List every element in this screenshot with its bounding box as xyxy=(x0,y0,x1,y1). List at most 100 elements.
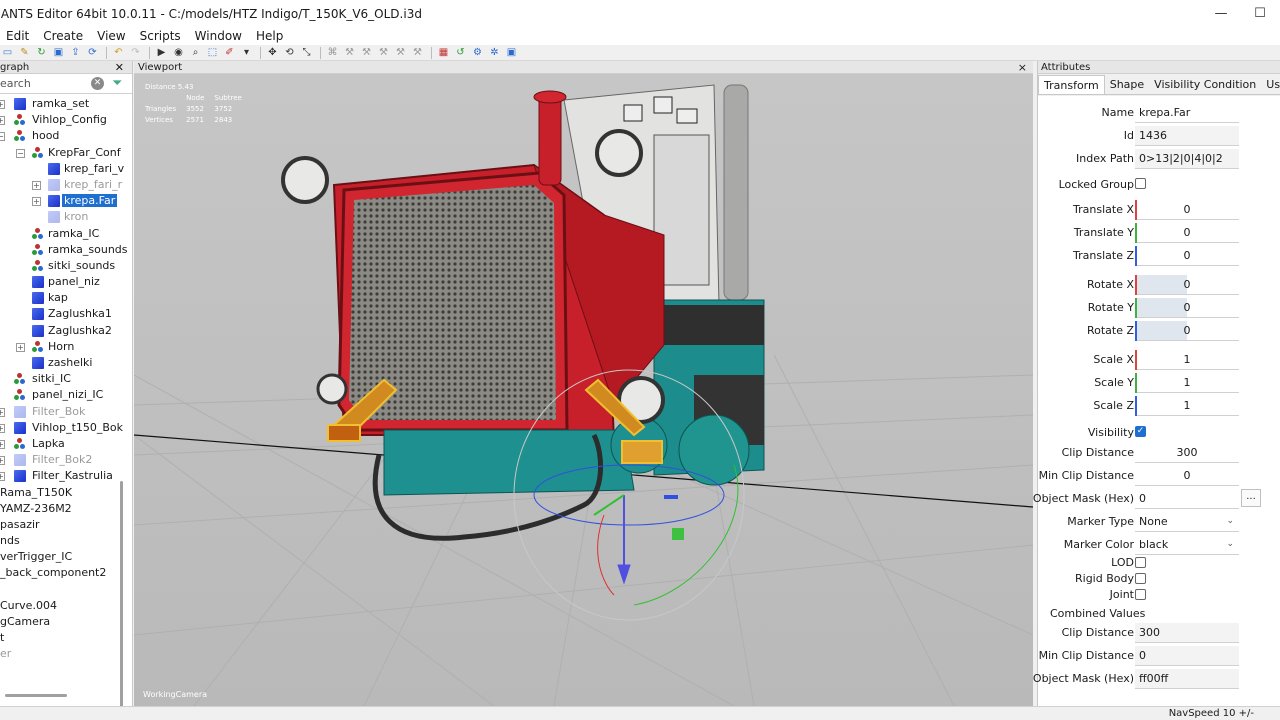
tree-item[interactable]: pasazir xyxy=(0,517,120,533)
locked-group-checkbox[interactable] xyxy=(1135,178,1146,189)
select-icon[interactable]: ⬚ xyxy=(205,46,220,59)
scale-z-field[interactable]: 1 xyxy=(1135,396,1239,416)
expand-icon[interactable]: + xyxy=(0,116,5,126)
tree-item[interactable]: + Lapka xyxy=(0,436,120,452)
tree-item[interactable]: − KrepFar_Conf xyxy=(0,145,121,161)
expand-icon[interactable]: + xyxy=(0,407,5,417)
sync-icon[interactable]: ↺ xyxy=(453,46,468,59)
play-icon[interactable]: ▶ xyxy=(154,46,169,59)
expand-icon[interactable]: + xyxy=(16,342,25,352)
filter-icon[interactable]: ⏷ xyxy=(112,76,122,91)
tab-visibility-condition[interactable]: Visibility Condition xyxy=(1149,75,1261,94)
tree-item[interactable]: + Filter_Bok xyxy=(0,404,120,420)
tree-item[interactable]: + Vihlop_Config xyxy=(0,112,120,128)
undo-icon[interactable]: ↶ xyxy=(111,46,126,59)
reload-icon[interactable]: ⟳ xyxy=(85,46,100,59)
menu-create[interactable]: Create xyxy=(36,29,90,43)
rotate-icon[interactable]: ⟲ xyxy=(282,46,297,59)
redo-icon[interactable]: ↷ xyxy=(128,46,143,59)
horizontal-scrollbar[interactable] xyxy=(5,694,67,697)
tree-item[interactable]: er xyxy=(0,646,120,662)
tree-item[interactable]: − hood xyxy=(0,128,120,144)
object-mask-edit-button[interactable]: ... xyxy=(1241,489,1261,507)
tree-item[interactable]: + ramka_set xyxy=(0,96,120,112)
tree-item[interactable]: ramka_IC xyxy=(0,226,120,242)
sculpt-icon[interactable]: ⚒ xyxy=(342,46,357,59)
menu-scripts[interactable]: Scripts xyxy=(133,29,188,43)
tree-item[interactable]: + krep_fari_r xyxy=(0,177,122,193)
expand-icon[interactable]: + xyxy=(0,423,5,433)
expand-icon[interactable]: + xyxy=(0,456,5,466)
menu-window[interactable]: Window xyxy=(188,29,249,43)
paint-texture-icon[interactable]: ⚒ xyxy=(410,46,425,59)
move-icon[interactable]: ✥ xyxy=(265,46,280,59)
tree-item[interactable]: + Filter_Bok2 xyxy=(0,452,120,468)
menu-help[interactable]: Help xyxy=(249,29,290,43)
settings-icon[interactable]: ✲ xyxy=(487,46,502,59)
tree-item[interactable] xyxy=(0,582,120,598)
material-icon[interactable]: ▦ xyxy=(436,46,451,59)
marker-type-select[interactable]: None ⌄ xyxy=(1135,512,1239,532)
save-icon[interactable]: ▣ xyxy=(51,46,66,59)
clip-distance-field[interactable]: 300 xyxy=(1135,443,1239,463)
vertical-scrollbar[interactable] xyxy=(120,481,123,706)
marker-color-select[interactable]: black ⌄ xyxy=(1135,535,1239,555)
tree-item[interactable]: t xyxy=(0,630,120,646)
tree-item[interactable]: ramka_sounds xyxy=(0,242,128,258)
close-icon[interactable]: × xyxy=(1018,61,1027,74)
tree-item[interactable]: _back_component2 xyxy=(0,565,120,581)
translate-y-field[interactable]: 0 xyxy=(1135,223,1239,243)
tree-item[interactable]: verTrigger_IC xyxy=(0,549,120,565)
menu-view[interactable]: View xyxy=(90,29,132,43)
expand-icon[interactable]: + xyxy=(0,472,5,482)
tree-item[interactable]: sitki_sounds xyxy=(0,258,120,274)
tree-item[interactable]: kron xyxy=(0,209,120,225)
tree-item[interactable]: zashelki xyxy=(0,355,120,371)
scale-y-field[interactable]: 1 xyxy=(1135,373,1239,393)
min-clip-distance-field[interactable]: 0 xyxy=(1135,466,1239,486)
zoom-icon[interactable]: ⌕ xyxy=(188,46,203,59)
expand-icon[interactable]: + xyxy=(32,197,41,207)
tab-shape[interactable]: Shape xyxy=(1105,75,1149,94)
rotate-z-field[interactable]: 0 xyxy=(1135,321,1239,341)
edit-icon[interactable]: ✎ xyxy=(17,46,32,59)
tree-item[interactable]: sitki_IC xyxy=(0,371,120,387)
joint-checkbox[interactable] xyxy=(1135,589,1146,600)
maximize-button[interactable]: ☐ xyxy=(1250,4,1270,22)
tree-item-selected[interactable]: + krepa.Far xyxy=(0,193,120,209)
rigid-body-checkbox[interactable] xyxy=(1135,573,1146,584)
collapse-icon[interactable]: − xyxy=(0,132,5,142)
eye-icon[interactable]: ◉ xyxy=(171,46,186,59)
tree-item[interactable]: nds xyxy=(0,533,120,549)
menu-edit[interactable]: Edit xyxy=(0,29,36,43)
paint-icon[interactable]: ✐ xyxy=(222,46,237,59)
open-icon[interactable]: ▭ xyxy=(0,46,15,59)
scale-icon[interactable]: ⤡ xyxy=(299,46,314,59)
tree-item[interactable]: Curve.004 xyxy=(0,598,120,614)
tree-item[interactable]: YAMZ-236M2 xyxy=(0,501,120,517)
rotate-y-field[interactable]: 0 xyxy=(1135,298,1239,318)
minimize-button[interactable]: — xyxy=(1211,4,1231,22)
export-icon[interactable]: ⇪ xyxy=(68,46,83,59)
tree-item[interactable]: Zaglushka1 xyxy=(0,306,120,322)
flatten-icon[interactable]: ⚒ xyxy=(393,46,408,59)
tab-user-attributes[interactable]: User Attri xyxy=(1261,75,1280,94)
tree-item[interactable]: + Horn xyxy=(0,339,120,355)
visibility-checkbox[interactable]: ✓ xyxy=(1135,426,1146,437)
tree-item[interactable]: gCamera xyxy=(0,614,120,630)
tree-item[interactable]: panel_niz xyxy=(0,274,120,290)
smooth-icon[interactable]: ⚒ xyxy=(376,46,391,59)
tree-item[interactable]: + Vihlop_t150_Bok xyxy=(0,420,123,436)
refresh-icon[interactable]: ↻ xyxy=(34,46,49,59)
close-icon[interactable]: ✕ xyxy=(115,61,124,74)
expand-icon[interactable]: + xyxy=(0,100,5,109)
tree-item[interactable]: kap xyxy=(0,290,120,306)
rotate-x-field[interactable]: 0 xyxy=(1135,275,1239,295)
3d-scene[interactable]: Distance 5.43 Node Subtree Triangles 3552 3… xyxy=(134,75,1033,706)
gear-icon[interactable]: ⚙ xyxy=(470,46,485,59)
brush-icon[interactable]: ⚒ xyxy=(359,46,374,59)
tree-item[interactable]: Rama_T150K xyxy=(0,485,120,501)
name-field[interactable]: krepa.Far xyxy=(1135,103,1239,123)
tree-item[interactable]: panel_nizi_IC xyxy=(0,387,120,403)
translate-x-field[interactable]: 0 xyxy=(1135,200,1239,220)
